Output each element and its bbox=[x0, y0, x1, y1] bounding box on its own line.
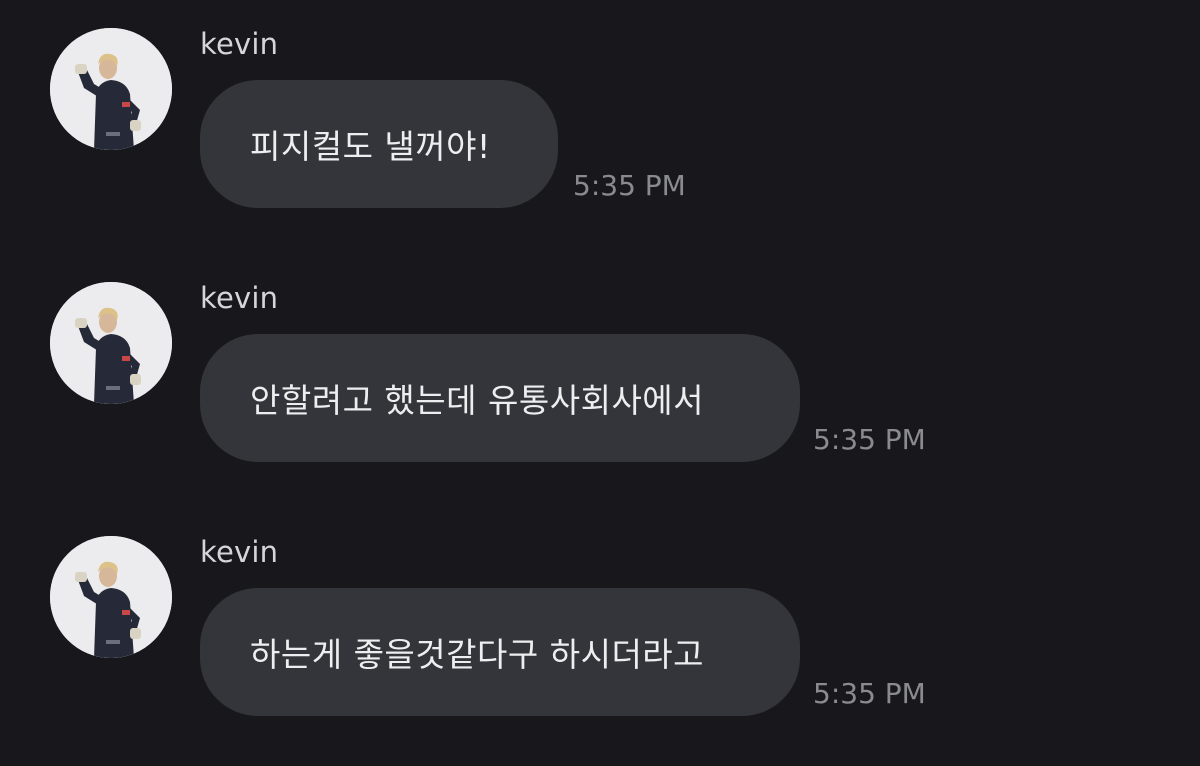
message-timestamp: 5:35 PM bbox=[813, 677, 926, 710]
avatar[interactable] bbox=[50, 28, 172, 150]
message-bubble[interactable]: 안할려고 했는데 유통사회사에서 bbox=[200, 334, 800, 462]
message-row: kevin 안할려고 했는데 유통사회사에서 5:35 PM bbox=[0, 254, 1200, 462]
message-timestamp: 5:35 PM bbox=[813, 423, 926, 456]
message-text: 안할려고 했는데 유통사회사에서 bbox=[250, 381, 705, 420]
profile-photo-icon bbox=[50, 536, 172, 658]
sender-name: kevin bbox=[200, 281, 279, 315]
profile-photo-icon bbox=[50, 28, 172, 150]
message-timestamp: 5:35 PM bbox=[573, 169, 686, 202]
avatar[interactable] bbox=[50, 536, 172, 658]
sender-name: kevin bbox=[200, 27, 279, 61]
profile-photo-icon bbox=[50, 282, 172, 404]
message-bubble[interactable]: 하는게 좋을것같다구 하시더라고 bbox=[200, 588, 800, 716]
message-row: kevin 하는게 좋을것같다구 하시더라고 5:35 PM bbox=[0, 508, 1200, 716]
message-text: 하는게 좋을것같다구 하시더라고 bbox=[250, 635, 705, 674]
message-row: kevin 피지컬도 낼꺼야! 5:35 PM bbox=[0, 0, 1200, 208]
sender-name: kevin bbox=[200, 535, 279, 569]
avatar[interactable] bbox=[50, 282, 172, 404]
message-text: 피지컬도 낼꺼야! bbox=[250, 127, 491, 166]
message-bubble[interactable]: 피지컬도 낼꺼야! bbox=[200, 80, 558, 208]
